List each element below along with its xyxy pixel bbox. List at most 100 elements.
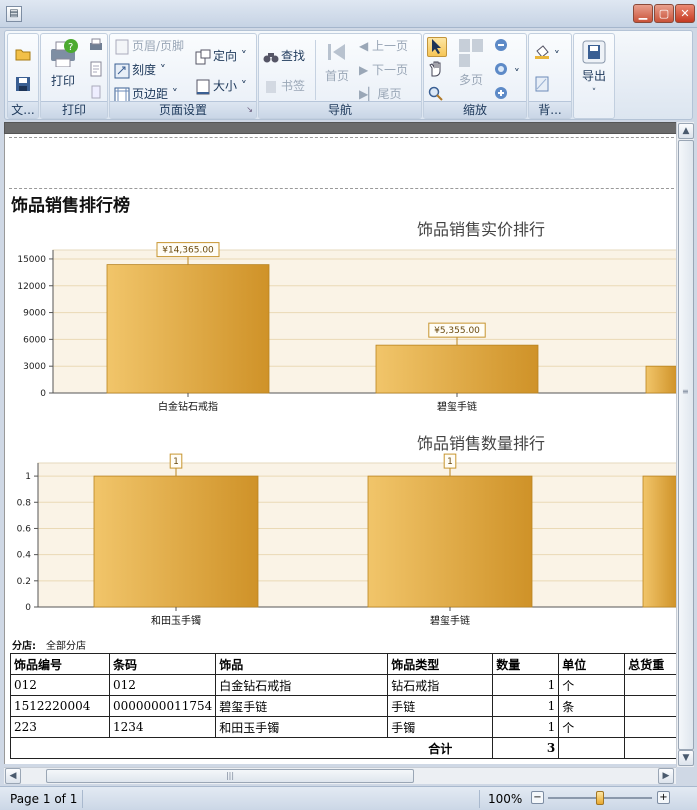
scroll-down-icon[interactable]: ▼: [678, 750, 694, 766]
first-page-icon: [328, 44, 345, 60]
scroll-left-icon[interactable]: ◀: [5, 768, 21, 784]
orientation-label: 定向: [213, 49, 238, 63]
page-indicator: Page 1 of 1: [10, 792, 78, 806]
cell-qty: 1: [492, 695, 560, 717]
col-header-weight: 总货重: [624, 653, 676, 675]
bookmark-icon: [266, 80, 276, 93]
group-page-setup: 页眉/页脚 刻度 ˅ 页边距 ˅ 定向 ˅ 大小 ˅ 页面设置 ↘: [109, 33, 257, 119]
zoom-slider-thumb[interactable]: [596, 791, 604, 805]
maximize-icon[interactable]: ▢: [654, 4, 674, 23]
prev-page-icon: ◀: [359, 39, 373, 53]
scroll-right-icon[interactable]: ▶: [658, 768, 674, 784]
col-header-unit: 单位: [558, 653, 626, 675]
header-footer-label: 页眉/页脚: [132, 39, 185, 53]
cell-qty: 1: [492, 716, 560, 738]
export-label: 导出: [581, 69, 606, 83]
cell-item: 和田玉手镯: [215, 716, 389, 738]
col-header-barcode: 条码: [108, 653, 217, 675]
last-page-icon: ▶▏: [359, 87, 378, 101]
cell-code: 223: [10, 716, 110, 738]
report-page[interactable]: 饰品销售排行榜 饰品销售实价排行 0 3000 6000 9000 12000 15000…: [4, 134, 676, 764]
table-total-row: 合计 3: [9, 737, 676, 759]
cell-empty: [624, 737, 676, 759]
bookmark-button[interactable]: 书签: [263, 78, 305, 95]
zoom-in-small-icon[interactable]: +: [657, 791, 670, 804]
group-print-label: 打印: [41, 101, 107, 118]
vertical-scrollbar[interactable]: ▲ ≡ ▼: [676, 122, 694, 767]
group-zoom: 多页 ˅ 缩放: [423, 33, 527, 119]
group-background-label: 背...: [529, 101, 571, 118]
zoom-out-icon[interactable]: [494, 38, 510, 58]
next-page-icon: ▶: [359, 63, 373, 77]
last-page-button[interactable]: ▶▏尾页: [359, 86, 401, 102]
save-icon[interactable]: [15, 76, 31, 96]
cell-item: 白金钻石戒指: [215, 674, 389, 696]
cell-code: 1512220004: [10, 695, 110, 717]
scroll-up-icon[interactable]: ▲: [678, 123, 694, 139]
table-row: 223 1234 和田玉手镯 手镯 1 个: [10, 716, 676, 738]
size-button[interactable]: 大小 ˅: [195, 78, 247, 95]
header-footer-button[interactable]: 页眉/页脚: [114, 38, 184, 55]
chart-sales-quantity: 0 0.2 0.4 0.6 0.8 1 和田玉手镯 1 碧玺手链 1: [17, 453, 676, 627]
zoom-out-small-icon[interactable]: −: [531, 791, 544, 804]
store-filter: 分店: 全部分店: [12, 637, 86, 652]
title-bar: ▤ ▁ ▢ ✕: [0, 0, 697, 28]
bar: [642, 475, 676, 608]
zoom-level: 100%: [488, 792, 523, 806]
dialog-launcher-icon[interactable]: ↘: [246, 102, 253, 118]
store-filter-label: 分店:: [12, 641, 36, 652]
hand-tool-icon[interactable]: [428, 61, 444, 81]
svg-text:?: ?: [68, 42, 73, 53]
last-page-label: 尾页: [377, 87, 402, 101]
page-margin-top: [9, 137, 676, 138]
total-label: 合计: [9, 737, 494, 759]
x-tick-label: 碧玺手链: [430, 614, 470, 627]
watermark-icon[interactable]: [534, 76, 550, 96]
export-button[interactable]: 导出 ˅: [575, 40, 613, 98]
binoculars-icon: [263, 52, 279, 62]
orientation-button[interactable]: 定向 ˅: [195, 48, 247, 65]
page-setup-icon[interactable]: [88, 61, 104, 81]
data-label: 1: [173, 457, 179, 467]
y-tick-label: 0.2: [17, 577, 31, 587]
cell-type: 手链: [387, 695, 494, 717]
minimize-icon[interactable]: ▁: [633, 4, 653, 23]
y-tick-label: 0: [40, 389, 46, 399]
close-icon[interactable]: ✕: [675, 4, 695, 23]
y-tick-label: 15000: [17, 255, 46, 265]
first-page-button[interactable]: 首页: [319, 40, 355, 84]
print-button[interactable]: ? 打印: [43, 39, 83, 89]
y-tick-label: 0.4: [17, 551, 32, 561]
y-tick-label: 0.6: [17, 524, 32, 534]
scale-icon: [114, 63, 130, 78]
multi-page-button[interactable]: 多页: [454, 38, 488, 88]
page-color-button[interactable]: ˅: [534, 44, 560, 64]
document-icon[interactable]: ▤: [6, 6, 22, 22]
table-row: 012 012 白金钻石戒指 钻石戒指 1 个: [10, 674, 676, 696]
bar: [367, 475, 533, 608]
cell-barcode: 0000000011754: [108, 695, 217, 717]
pointer-icon[interactable]: [427, 37, 447, 57]
group-export: 导出 ˅: [573, 33, 615, 119]
col-header-qty: 数量: [492, 653, 560, 675]
cell-unit: 个: [558, 716, 626, 738]
scale-button[interactable]: 刻度 ˅: [114, 62, 166, 79]
horizontal-scrollbar[interactable]: ◀ ||| ▶: [4, 767, 676, 784]
prev-page-button[interactable]: ◀ 上一页: [359, 38, 408, 54]
y-tick-label: 0.8: [17, 498, 32, 508]
next-page-button[interactable]: ▶ 下一页: [359, 62, 408, 78]
cell-code: 012: [10, 674, 110, 696]
header-footer-icon: [115, 39, 129, 54]
export-dropdown-icon: ˅: [591, 88, 597, 98]
col-header-code: 饰品编号: [10, 653, 110, 675]
zoom-dropdown-icon[interactable]: ˅: [494, 62, 520, 82]
horizontal-scroll-thumb[interactable]: |||: [46, 769, 414, 783]
cell-weight: [624, 716, 676, 738]
open-icon[interactable]: [15, 46, 31, 66]
quick-print-icon[interactable]: [88, 38, 104, 58]
prev-page-label: 上一页: [372, 39, 409, 53]
find-button[interactable]: 查找: [263, 48, 305, 65]
bar: [93, 475, 259, 608]
vertical-scroll-thumb[interactable]: ≡: [678, 140, 694, 750]
cell-item: 碧玺手链: [215, 695, 389, 717]
